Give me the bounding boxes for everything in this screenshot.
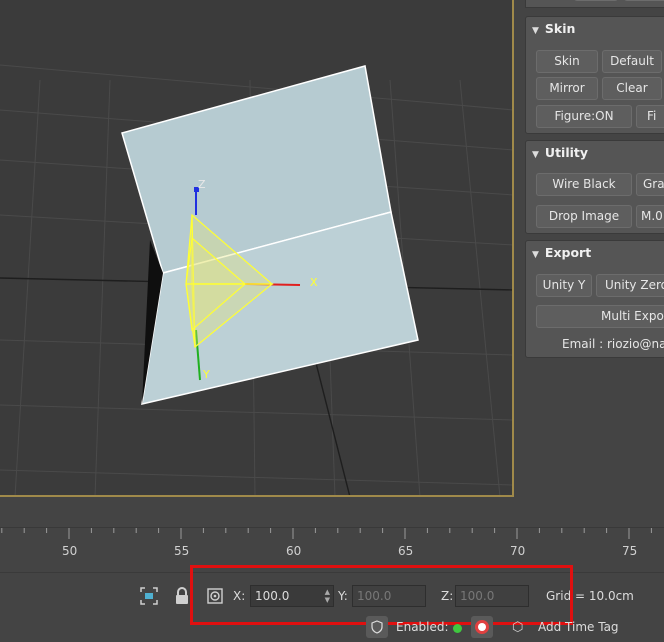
gra-button[interactable]: Gra	[636, 173, 664, 196]
mirror-button[interactable]: Mirror	[536, 77, 598, 100]
m0-button[interactable]: M.0	[636, 205, 664, 228]
absolute-mode-transform-icon[interactable]	[204, 585, 226, 607]
x-coord-field[interactable]: 100.0 ▲ ▼	[250, 585, 334, 607]
default-button[interactable]: Default	[602, 50, 662, 73]
app-window: Z X Y ▼ Skin Skin Default Mirror Clear Fi…	[0, 0, 664, 642]
drop-image-button[interactable]: Drop Image	[536, 205, 632, 228]
ruler-ticks	[0, 527, 664, 539]
rollout-skin-title: Skin	[544, 21, 576, 36]
shield-icon[interactable]	[366, 616, 388, 638]
ruler-label-70: 70	[510, 544, 526, 558]
rollout-utility-header[interactable]: ▼ Utility	[526, 141, 664, 165]
ruler-label-65: 65	[398, 544, 414, 558]
status-bar: X: 100.0 ▲ ▼ Y: 100.0 Z: 100.0 Grid = 10.…	[0, 565, 664, 642]
y-coord-field[interactable]: 100.0	[352, 585, 426, 607]
gizmo-x-label: X	[310, 276, 318, 289]
ruler-label-75: 75	[622, 544, 638, 558]
rollout-skin-header[interactable]: ▼ Skin	[526, 17, 664, 41]
viewport-perspective[interactable]: Z X Y	[0, 0, 514, 497]
rollout-utility-title: Utility	[544, 145, 589, 160]
gizmo-z-label: Z	[198, 178, 206, 191]
unity-y-button[interactable]: Unity Y	[536, 274, 592, 297]
wire-black-button[interactable]: Wire Black	[536, 173, 632, 196]
grid-size-readout: Grid = 10.0cm	[546, 589, 634, 603]
multi-export-button[interactable]: Multi Expor	[536, 305, 664, 328]
ruler-label-55: 55	[174, 544, 190, 558]
enabled-label: Enabled:	[396, 620, 449, 634]
add-time-tag-button[interactable]: Add Time Tag	[538, 620, 619, 634]
hidden-button-2[interactable]	[624, 0, 664, 1]
rollout-utility: ▼ Utility Wire Black Gra Drop Image M.0	[525, 140, 664, 234]
author-email: Email : riozio@na	[562, 337, 664, 351]
rollout-export: ▼ Export Unity Y Unity Zero Multi Expor E…	[525, 240, 664, 358]
y-coord-value: 100.0	[357, 589, 392, 603]
viewport-scene: Z X Y	[0, 64, 512, 495]
ruler-label-50: 50	[62, 544, 78, 558]
ruler-label-60: 60	[286, 544, 302, 558]
rollout-skin: ▼ Skin Skin Default Mirror Clear Figure:O…	[525, 16, 664, 134]
time-config-icon[interactable]	[471, 616, 493, 638]
plane-object[interactable]	[121, 65, 419, 405]
x-coord-value: 100.0	[255, 589, 290, 603]
x-coord-label: X:	[233, 589, 246, 603]
x-spinner-icon[interactable]: ▲ ▼	[325, 588, 330, 604]
enabled-indicator	[453, 624, 462, 633]
timeline-ruler[interactable]: 50 55 60 65 70 75	[0, 527, 664, 569]
collapse-arrow-icon: ▼	[532, 26, 539, 36]
unity-zero-button[interactable]: Unity Zero	[596, 274, 664, 297]
command-panel: ▼ Skin Skin Default Mirror Clear Figure:O…	[518, 0, 664, 500]
isolate-selection-icon[interactable]	[138, 585, 160, 607]
skin-button[interactable]: Skin	[536, 50, 598, 73]
lock-selection-icon[interactable]	[171, 585, 193, 607]
previous-rollout-edge	[525, 0, 664, 8]
fi-button[interactable]: Fi	[636, 105, 664, 128]
rollout-export-header[interactable]: ▼ Export	[526, 241, 664, 265]
rollout-export-title: Export	[544, 245, 592, 260]
hidden-button-1[interactable]	[574, 0, 618, 1]
z-coord-label: Z:	[441, 589, 454, 603]
y-coord-label: Y:	[338, 589, 348, 603]
tag-icon: ⬡	[512, 620, 524, 635]
collapse-arrow-icon: ▼	[532, 150, 539, 160]
figure-on-button[interactable]: Figure:ON	[536, 105, 632, 128]
z-coord-field[interactable]: 100.0	[455, 585, 529, 607]
z-coord-value: 100.0	[460, 589, 495, 603]
clear-button[interactable]: Clear	[602, 77, 662, 100]
collapse-arrow-icon: ▼	[532, 250, 539, 260]
gizmo-y-label: Y	[202, 368, 210, 381]
